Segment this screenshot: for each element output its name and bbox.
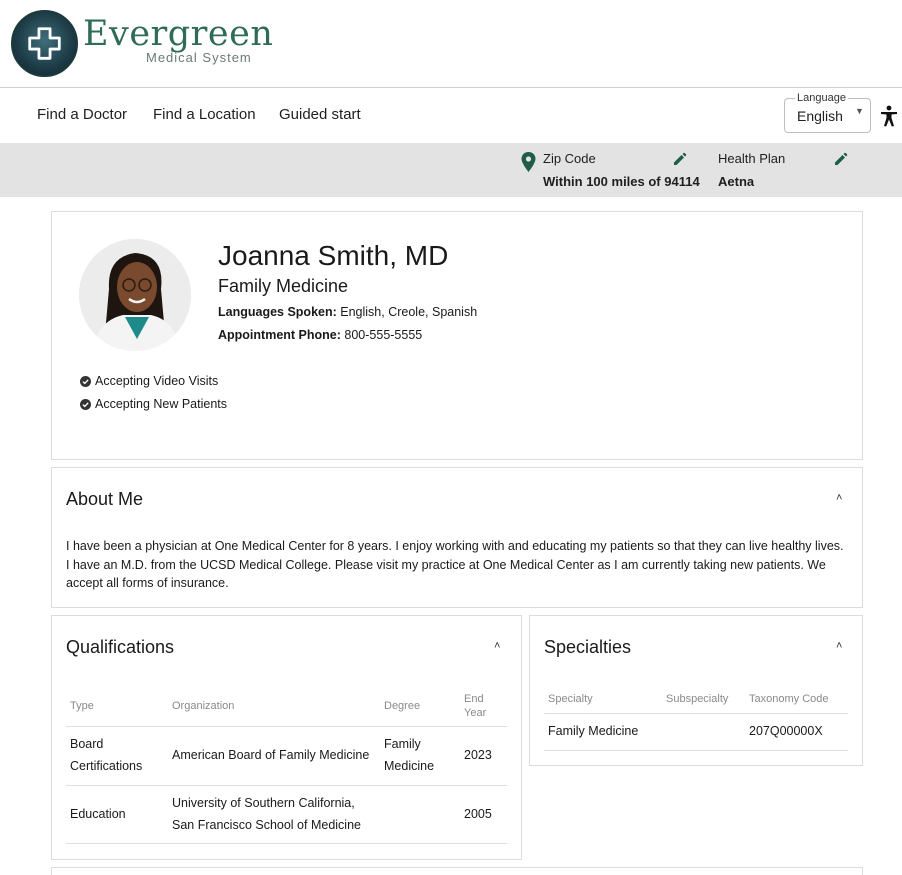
badge-label: Accepting New Patients	[95, 397, 228, 411]
spec-col-taxonomy: Taxonomy Code	[749, 693, 829, 705]
about-text: I have been a physician at One Medical C…	[66, 539, 844, 590]
spec-taxonomy-cell: 207Q00000X	[749, 724, 823, 738]
health-plan-label: Health Plan	[718, 151, 786, 166]
divider	[66, 785, 507, 786]
zip-code-value: Within 100 miles of 94114	[543, 174, 700, 189]
site-header: Evergreen Medical System	[0, 0, 902, 88]
accessibility-icon[interactable]	[880, 105, 898, 127]
spec-col-specialty: Specialty	[548, 693, 593, 705]
nav-guided-start[interactable]: Guided start	[279, 106, 361, 123]
qual-col-type: Type	[70, 700, 94, 712]
languages-label: Languages Spoken:	[218, 305, 337, 319]
doctor-photo	[79, 239, 191, 351]
badge-label: Accepting Video Visits	[95, 374, 219, 388]
languages-value: English, Creole, Spanish	[340, 305, 478, 319]
doctor-avatar	[79, 239, 191, 351]
phone-label: Appointment Phone:	[218, 328, 341, 342]
check-circle-icon	[80, 398, 91, 410]
qual-type-cell: Education	[70, 807, 126, 821]
qual-type-cell: Board Certifications	[70, 737, 143, 773]
medical-cross-icon	[28, 27, 61, 60]
health-plan-value: Aetna	[718, 174, 755, 189]
divider	[544, 750, 848, 751]
nav-find-location[interactable]: Find a Location	[153, 106, 256, 123]
spec-specialty-cell: Family Medicine	[548, 724, 639, 738]
edit-zip-pencil-icon[interactable]	[673, 152, 687, 166]
qual-col-organization: Organization	[172, 700, 235, 712]
brand-name: Evergreen	[83, 14, 274, 54]
language-value[interactable]: English	[797, 108, 843, 124]
main-nav: Find a Doctor Find a Location Guided sta…	[0, 89, 902, 143]
languages-row: Languages Spoken: English, Creole, Spani…	[218, 305, 477, 319]
doctor-specialty: Family Medicine	[218, 276, 349, 296]
badge-video-visits: Accepting Video Visits	[80, 374, 218, 388]
edit-plan-pencil-icon[interactable]	[834, 152, 848, 166]
brand-subtitle: Medical System	[146, 50, 252, 65]
qual-col-degree: Degree	[384, 700, 421, 712]
divider	[544, 713, 848, 714]
specialties-collapse-chevron-up-icon[interactable]: ˄	[836, 640, 842, 652]
doctor-name: Joanna Smith, MD	[218, 240, 449, 271]
specialties-title: Specialties	[544, 637, 632, 657]
qual-organization-cell: American Board of Family Medicine	[172, 748, 370, 762]
qual-organization-cell: University of Southern California, San F…	[172, 796, 361, 832]
qualifications-collapse-chevron-up-icon[interactable]: ˄	[494, 640, 500, 652]
divider	[66, 726, 507, 727]
qual-degree-cell: Family Medicine	[384, 737, 435, 773]
next-section-card	[51, 867, 863, 875]
nav-find-doctor[interactable]: Find a Doctor	[37, 106, 127, 123]
spec-col-subspecialty: Subspecialty	[666, 693, 729, 705]
about-collapse-chevron-up-icon[interactable]: ˄	[836, 492, 842, 504]
check-circle-icon	[80, 375, 91, 387]
chevron-down-icon[interactable]: ▼	[855, 106, 864, 116]
zip-code-label: Zip Code	[543, 151, 596, 166]
about-title: About Me	[66, 489, 144, 509]
phone-row: Appointment Phone: 800-555-5555	[218, 328, 422, 342]
qual-col-end-year: End Year	[464, 693, 487, 719]
language-label: Language	[795, 92, 848, 104]
badge-new-patients: Accepting New Patients	[80, 397, 227, 411]
qualifications-title: Qualifications	[66, 637, 175, 657]
map-pin-icon	[521, 152, 536, 172]
phone-value[interactable]: 800-555-5555	[344, 328, 422, 342]
qual-end-year-cell: 2023	[464, 748, 492, 762]
logo-icon[interactable]	[11, 10, 78, 77]
divider	[66, 843, 507, 844]
qual-end-year-cell: 2005	[464, 807, 492, 821]
